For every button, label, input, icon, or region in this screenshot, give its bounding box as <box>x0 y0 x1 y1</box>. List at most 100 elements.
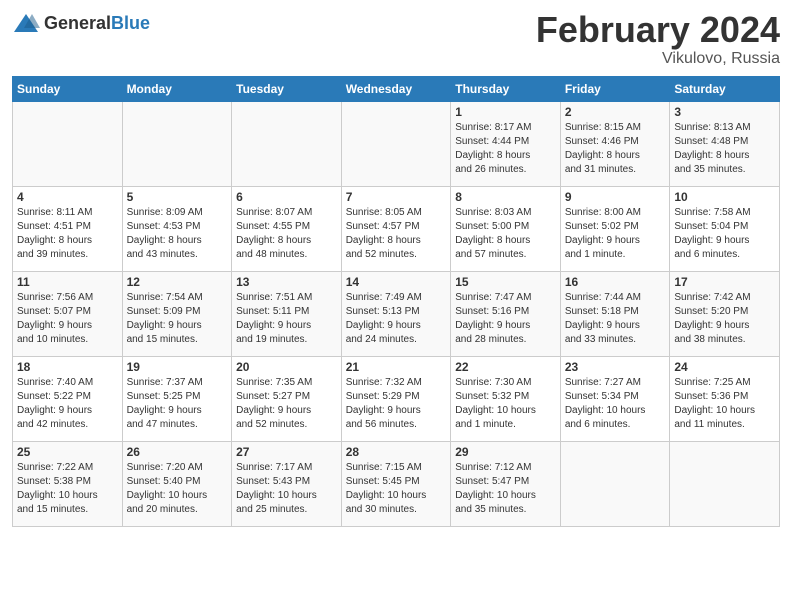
day-info: Sunrise: 7:44 AM Sunset: 5:18 PM Dayligh… <box>565 291 666 347</box>
day-number: 5 <box>127 190 228 204</box>
day-info: Sunrise: 7:17 AM Sunset: 5:43 PM Dayligh… <box>236 461 337 517</box>
logo-text-general: General <box>44 13 111 33</box>
day-info: Sunrise: 7:49 AM Sunset: 5:13 PM Dayligh… <box>346 291 447 347</box>
day-info: Sunrise: 7:35 AM Sunset: 5:27 PM Dayligh… <box>236 376 337 432</box>
calendar-cell: 3 Sunrise: 8:13 AM Sunset: 4:48 PM Daylig… <box>670 101 780 186</box>
day-number: 13 <box>236 275 337 289</box>
day-number: 29 <box>455 445 556 459</box>
calendar-cell: 13 Sunrise: 7:51 AM Sunset: 5:11 PM Dayli… <box>232 271 342 356</box>
day-info: Sunrise: 7:58 AM Sunset: 5:04 PM Dayligh… <box>674 206 775 262</box>
calendar-cell: 29Sunrise: 7:12 AM Sunset: 5:47 PM Dayli… <box>451 441 561 526</box>
day-info: Sunrise: 8:17 AM Sunset: 4:44 PM Dayligh… <box>455 121 556 177</box>
day-number: 9 <box>565 190 666 204</box>
logo: GeneralBlue <box>12 10 150 38</box>
calendar-cell <box>670 441 780 526</box>
day-number: 28 <box>346 445 447 459</box>
day-number: 23 <box>565 360 666 374</box>
day-number: 8 <box>455 190 556 204</box>
calendar-body: 1 Sunrise: 8:17 AM Sunset: 4:44 PM Daylig… <box>13 101 780 526</box>
day-number: 16 <box>565 275 666 289</box>
day-info: Sunrise: 7:42 AM Sunset: 5:20 PM Dayligh… <box>674 291 775 347</box>
calendar-cell: 9 Sunrise: 8:00 AM Sunset: 5:02 PM Daylig… <box>560 186 670 271</box>
day-number: 21 <box>346 360 447 374</box>
calendar-week-row: 18 Sunrise: 7:40 AM Sunset: 5:22 PM Dayli… <box>13 356 780 441</box>
day-number: 11 <box>17 275 118 289</box>
calendar-cell: 18 Sunrise: 7:40 AM Sunset: 5:22 PM Dayli… <box>13 356 123 441</box>
location-subtitle: Vikulovo, Russia <box>536 50 780 68</box>
calendar-cell <box>13 101 123 186</box>
calendar-cell: 12 Sunrise: 7:54 AM Sunset: 5:09 PM Dayli… <box>122 271 232 356</box>
day-info: Sunrise: 8:13 AM Sunset: 4:48 PM Dayligh… <box>674 121 775 177</box>
day-info: Sunrise: 7:37 AM Sunset: 5:25 PM Dayligh… <box>127 376 228 432</box>
calendar-cell: 10Sunrise: 7:58 AM Sunset: 5:04 PM Dayli… <box>670 186 780 271</box>
calendar-cell: 14 Sunrise: 7:49 AM Sunset: 5:13 PM Dayli… <box>341 271 451 356</box>
calendar-table: SundayMondayTuesdayWednesdayThursdayFrid… <box>12 76 780 527</box>
calendar-cell: 19 Sunrise: 7:37 AM Sunset: 5:25 PM Dayli… <box>122 356 232 441</box>
calendar-week-row: 4 Sunrise: 8:11 AM Sunset: 4:51 PM Daylig… <box>13 186 780 271</box>
calendar-cell: 20Sunrise: 7:35 AM Sunset: 5:27 PM Dayli… <box>232 356 342 441</box>
day-info: Sunrise: 8:07 AM Sunset: 4:55 PM Dayligh… <box>236 206 337 262</box>
day-info: Sunrise: 7:15 AM Sunset: 5:45 PM Dayligh… <box>346 461 447 517</box>
day-info: Sunrise: 7:27 AM Sunset: 5:34 PM Dayligh… <box>565 376 666 432</box>
calendar-header: SundayMondayTuesdayWednesdayThursdayFrid… <box>13 76 780 101</box>
day-number: 7 <box>346 190 447 204</box>
calendar-cell: 15Sunrise: 7:47 AM Sunset: 5:16 PM Dayli… <box>451 271 561 356</box>
day-number: 27 <box>236 445 337 459</box>
calendar-cell <box>560 441 670 526</box>
day-number: 18 <box>17 360 118 374</box>
day-number: 14 <box>346 275 447 289</box>
day-number: 3 <box>674 105 775 119</box>
weekday-header-friday: Friday <box>560 76 670 101</box>
day-info: Sunrise: 7:25 AM Sunset: 5:36 PM Dayligh… <box>674 376 775 432</box>
day-info: Sunrise: 8:00 AM Sunset: 5:02 PM Dayligh… <box>565 206 666 262</box>
calendar-cell: 4 Sunrise: 8:11 AM Sunset: 4:51 PM Daylig… <box>13 186 123 271</box>
weekday-header-monday: Monday <box>122 76 232 101</box>
calendar-cell: 5 Sunrise: 8:09 AM Sunset: 4:53 PM Daylig… <box>122 186 232 271</box>
day-number: 4 <box>17 190 118 204</box>
day-info: Sunrise: 7:54 AM Sunset: 5:09 PM Dayligh… <box>127 291 228 347</box>
weekday-header-thursday: Thursday <box>451 76 561 101</box>
day-number: 24 <box>674 360 775 374</box>
day-info: Sunrise: 7:51 AM Sunset: 5:11 PM Dayligh… <box>236 291 337 347</box>
day-number: 1 <box>455 105 556 119</box>
calendar-cell: 23 Sunrise: 7:27 AM Sunset: 5:34 PM Dayli… <box>560 356 670 441</box>
day-info: Sunrise: 7:40 AM Sunset: 5:22 PM Dayligh… <box>17 376 118 432</box>
day-info: Sunrise: 8:09 AM Sunset: 4:53 PM Dayligh… <box>127 206 228 262</box>
logo-icon <box>12 10 40 38</box>
day-info: Sunrise: 7:47 AM Sunset: 5:16 PM Dayligh… <box>455 291 556 347</box>
day-info: Sunrise: 8:05 AM Sunset: 4:57 PM Dayligh… <box>346 206 447 262</box>
day-info: Sunrise: 7:20 AM Sunset: 5:40 PM Dayligh… <box>127 461 228 517</box>
weekday-header-tuesday: Tuesday <box>232 76 342 101</box>
day-info: Sunrise: 8:11 AM Sunset: 4:51 PM Dayligh… <box>17 206 118 262</box>
calendar-cell: 7 Sunrise: 8:05 AM Sunset: 4:57 PM Daylig… <box>341 186 451 271</box>
logo-text-blue: Blue <box>111 13 150 33</box>
day-info: Sunrise: 8:03 AM Sunset: 5:00 PM Dayligh… <box>455 206 556 262</box>
main-title: February 2024 <box>536 10 780 50</box>
calendar-cell <box>232 101 342 186</box>
calendar-week-row: 1 Sunrise: 8:17 AM Sunset: 4:44 PM Daylig… <box>13 101 780 186</box>
day-info: Sunrise: 7:22 AM Sunset: 5:38 PM Dayligh… <box>17 461 118 517</box>
day-number: 22 <box>455 360 556 374</box>
calendar-cell: 27 Sunrise: 7:17 AM Sunset: 5:43 PM Dayli… <box>232 441 342 526</box>
day-number: 2 <box>565 105 666 119</box>
calendar-cell: 22Sunrise: 7:30 AM Sunset: 5:32 PM Dayli… <box>451 356 561 441</box>
day-info: Sunrise: 7:56 AM Sunset: 5:07 PM Dayligh… <box>17 291 118 347</box>
day-number: 17 <box>674 275 775 289</box>
calendar-cell: 2Sunrise: 8:15 AM Sunset: 4:46 PM Daylig… <box>560 101 670 186</box>
weekday-header-wednesday: Wednesday <box>341 76 451 101</box>
page-container: GeneralBlue February 2024 Vikulovo, Russ… <box>0 0 792 537</box>
day-number: 19 <box>127 360 228 374</box>
calendar-cell: 11 Sunrise: 7:56 AM Sunset: 5:07 PM Dayli… <box>13 271 123 356</box>
calendar-cell: 21Sunrise: 7:32 AM Sunset: 5:29 PM Dayli… <box>341 356 451 441</box>
weekday-header-sunday: Sunday <box>13 76 123 101</box>
calendar-cell: 24 Sunrise: 7:25 AM Sunset: 5:36 PM Dayli… <box>670 356 780 441</box>
calendar-cell: 1 Sunrise: 8:17 AM Sunset: 4:44 PM Daylig… <box>451 101 561 186</box>
calendar-week-row: 25Sunrise: 7:22 AM Sunset: 5:38 PM Dayli… <box>13 441 780 526</box>
day-number: 6 <box>236 190 337 204</box>
page-header: GeneralBlue February 2024 Vikulovo, Russ… <box>12 10 780 68</box>
day-number: 26 <box>127 445 228 459</box>
day-number: 12 <box>127 275 228 289</box>
calendar-week-row: 11 Sunrise: 7:56 AM Sunset: 5:07 PM Dayli… <box>13 271 780 356</box>
weekday-header-row: SundayMondayTuesdayWednesdayThursdayFrid… <box>13 76 780 101</box>
calendar-cell: 17 Sunrise: 7:42 AM Sunset: 5:20 PM Dayli… <box>670 271 780 356</box>
